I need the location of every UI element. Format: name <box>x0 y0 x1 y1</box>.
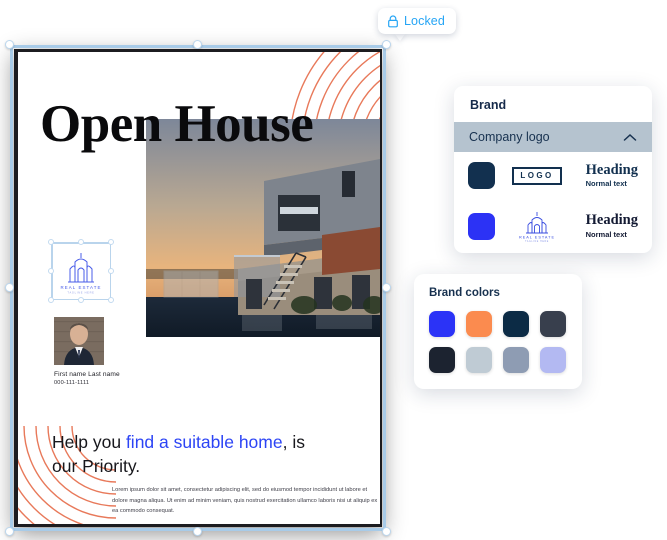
locked-label: Locked <box>404 14 445 28</box>
brand-colors-title: Brand colors <box>429 287 500 299</box>
color-swatch[interactable] <box>466 311 492 337</box>
type-preview: Heading Normal text <box>586 213 638 239</box>
color-swatch[interactable] <box>540 347 566 373</box>
color-swatch[interactable] <box>540 311 566 337</box>
lock-icon <box>388 14 398 27</box>
type-heading-sample: Heading <box>585 212 638 229</box>
type-normal-sample: Normal text <box>585 179 627 189</box>
resize-handle-bottom-left[interactable] <box>5 527 14 536</box>
resize-handle-bottom-right[interactable] <box>382 527 391 536</box>
brand-logo-variant-row[interactable]: REAL ESTATE TAGLINE HERE Heading Normal … <box>454 199 652 253</box>
locked-badge[interactable]: Locked <box>378 8 456 34</box>
svg-text:TAGLINE HERE: TAGLINE HERE <box>525 240 549 243</box>
brand-variant-swatch[interactable] <box>468 162 495 189</box>
resize-handle-middle-left[interactable] <box>5 283 14 292</box>
logo-preview-boxed: LOGO <box>508 166 566 185</box>
resize-handle-top-left[interactable] <box>5 40 14 49</box>
brand-panel-title: Brand <box>470 98 507 112</box>
svg-text:REAL ESTATE: REAL ESTATE <box>519 236 555 240</box>
locked-tooltip-tail <box>394 33 406 41</box>
brand-panel: Brand Company logo LOGO Heading Normal t… <box>454 86 652 253</box>
type-preview: Heading Normal text <box>586 163 638 189</box>
company-logo-section-header[interactable]: Company logo <box>454 122 652 152</box>
brand-variant-swatch[interactable] <box>468 212 495 240</box>
color-swatch[interactable] <box>429 347 455 373</box>
canvas-selection-frame[interactable] <box>5 40 391 536</box>
color-swatch[interactable] <box>503 347 529 373</box>
type-heading-sample: Heading <box>585 161 638 178</box>
real-estate-logo-icon: REAL ESTATE TAGLINE HERE <box>519 212 555 243</box>
color-swatch[interactable] <box>466 347 492 373</box>
app-canvas-area: Open House REAL ESTATE TAGLINE HERE Firs… <box>0 0 667 540</box>
color-swatch[interactable] <box>429 311 455 337</box>
brand-colors-grid <box>429 311 567 373</box>
color-swatch[interactable] <box>503 311 529 337</box>
brand-logo-variant-row[interactable]: LOGO Heading Normal text <box>454 152 652 199</box>
logo-box-label: LOGO <box>512 166 562 185</box>
logo-preview-building: REAL ESTATE TAGLINE HERE <box>508 209 566 243</box>
resize-handle-middle-right[interactable] <box>382 283 391 292</box>
resize-handle-top-middle[interactable] <box>193 40 202 49</box>
company-logo-label: Company logo <box>469 130 550 144</box>
resize-handle-bottom-middle[interactable] <box>193 527 202 536</box>
brand-colors-panel: Brand colors <box>414 274 582 389</box>
chevron-up-icon[interactable] <box>623 133 637 142</box>
resize-handle-top-right[interactable] <box>382 40 391 49</box>
type-normal-sample: Normal text <box>585 229 627 239</box>
